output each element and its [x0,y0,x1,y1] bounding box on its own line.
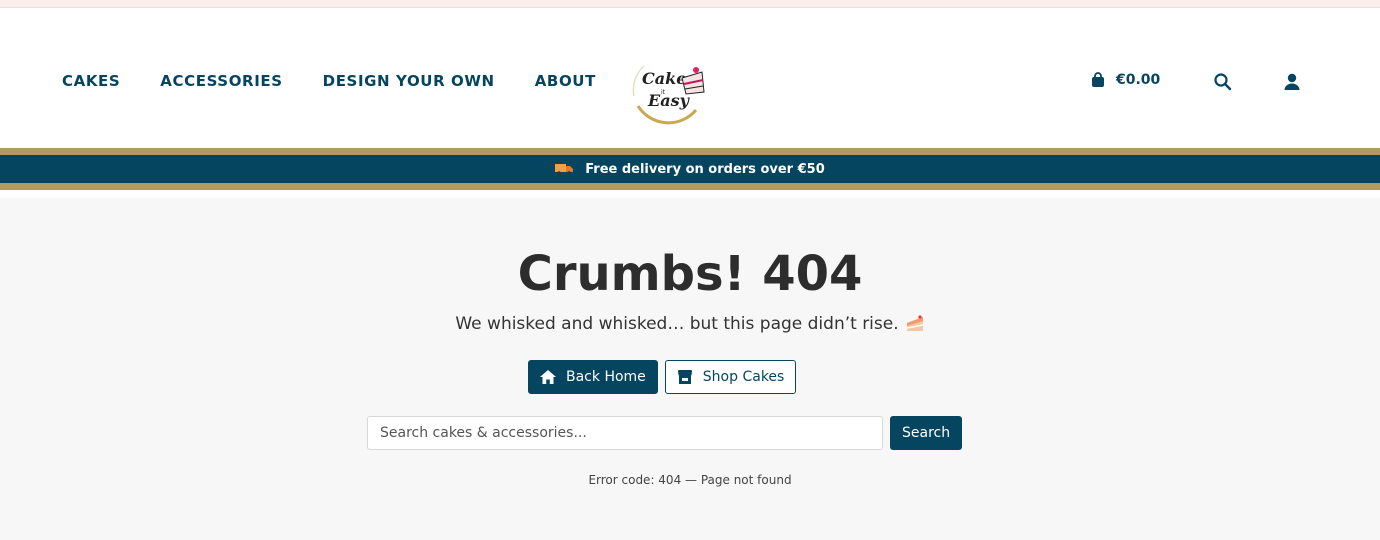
page-subtitle: We whisked and whisked… but this page di… [0,314,1380,334]
site-logo[interactable]: Cake it Easy [624,48,708,132]
delivery-banner-inner: Free delivery on orders over €50 [0,155,1380,183]
search-input[interactable] [367,416,883,450]
nav-item-design-your-own[interactable]: DESIGN YOUR OWN [323,72,495,90]
main-nav: CAKES ACCESSORIES DESIGN YOUR OWN ABOUT [62,72,596,90]
search-form: Search [367,416,963,450]
user-icon[interactable] [1282,72,1302,92]
top-strip [0,0,1380,8]
error-code-text: Error code: 404 — Page not found [588,473,792,487]
shop-cakes-label: Shop Cakes [702,369,785,385]
svg-text:Easy: Easy [647,91,691,110]
search-button[interactable]: Search [890,416,963,450]
svg-text:Cake: Cake [642,69,686,88]
delivery-banner: Free delivery on orders over €50 [0,148,1380,190]
back-home-button[interactable]: Back Home [528,360,658,394]
delivery-banner-text: Free delivery on orders over €50 [585,161,825,177]
shopping-bag-icon [1092,72,1104,87]
error-page-content: Crumbs! 404 We whisked and whisked… but … [0,198,1380,540]
subtitle-text: We whisked and whisked… but this page di… [455,314,899,334]
home-icon [540,370,556,384]
cart-amount: €0.00 [1116,72,1161,88]
back-home-label: Back Home [566,369,646,385]
store-icon [677,370,692,384]
site-header: CAKES ACCESSORIES DESIGN YOUR OWN ABOUT … [0,8,1380,148]
banner-divider [0,190,1380,198]
truck-icon [555,164,574,175]
shop-cakes-button[interactable]: Shop Cakes [664,360,797,394]
nav-item-cakes[interactable]: CAKES [62,72,120,90]
cake-slice-icon [906,315,923,331]
action-buttons: Back Home Shop Cakes [528,360,797,394]
nav-item-about[interactable]: ABOUT [535,72,596,90]
nav-item-accessories[interactable]: ACCESSORIES [160,72,282,90]
page-title: Crumbs! 404 [517,246,863,302]
search-icon[interactable] [1213,72,1233,92]
cart-button[interactable]: €0.00 [1090,72,1160,88]
